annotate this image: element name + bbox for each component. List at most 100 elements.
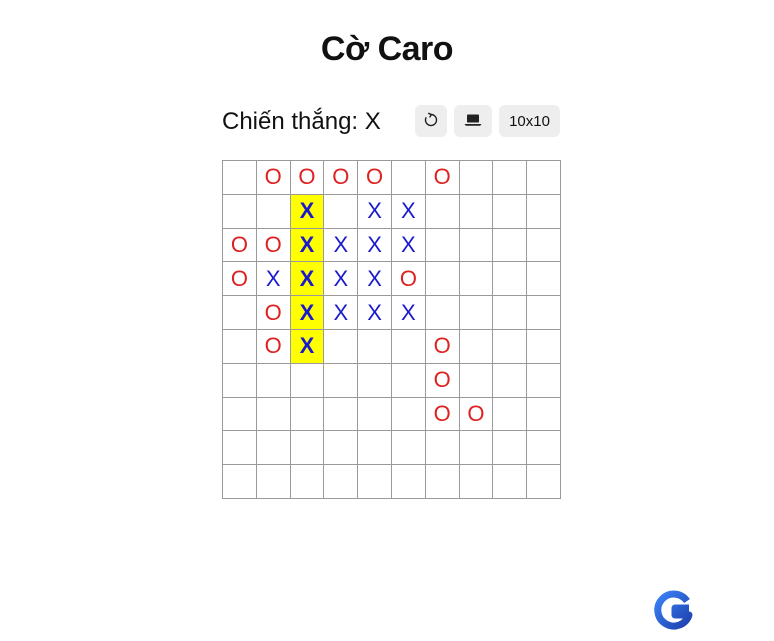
board-cell[interactable] bbox=[459, 431, 494, 466]
board-cell[interactable] bbox=[425, 465, 460, 499]
board-cell[interactable] bbox=[391, 329, 426, 364]
board-cell[interactable] bbox=[290, 431, 325, 466]
board-cell[interactable]: O bbox=[391, 262, 426, 297]
board-cell[interactable]: O bbox=[358, 161, 392, 195]
board-cell[interactable] bbox=[223, 194, 257, 229]
board-cell[interactable] bbox=[358, 397, 392, 432]
board-cell[interactable] bbox=[459, 329, 494, 364]
board-cell[interactable] bbox=[358, 431, 392, 466]
board-cell[interactable] bbox=[256, 194, 291, 229]
board-cell[interactable] bbox=[223, 363, 257, 398]
board-cell[interactable]: O bbox=[256, 296, 291, 330]
board-cell[interactable] bbox=[527, 228, 561, 263]
board-cell[interactable]: X bbox=[290, 228, 325, 263]
board-cell[interactable]: X bbox=[324, 262, 359, 297]
board-cell[interactable] bbox=[493, 161, 528, 195]
board-cell[interactable] bbox=[459, 262, 494, 297]
board-cell[interactable] bbox=[459, 465, 494, 499]
board-cell[interactable]: O bbox=[425, 363, 460, 398]
board-cell[interactable] bbox=[493, 431, 528, 466]
board-cell[interactable]: O bbox=[223, 228, 257, 263]
board-cell[interactable]: X bbox=[358, 296, 392, 330]
board-cell[interactable] bbox=[391, 465, 426, 499]
board-cell[interactable] bbox=[459, 161, 494, 195]
board-cell[interactable] bbox=[256, 465, 291, 499]
board-cell[interactable]: X bbox=[290, 329, 325, 364]
board-cell[interactable]: X bbox=[391, 296, 426, 330]
board-size-button[interactable]: 10x10 bbox=[499, 105, 560, 137]
board-cell[interactable]: O bbox=[425, 161, 460, 195]
board-cell[interactable]: X bbox=[391, 228, 426, 263]
board-cell[interactable] bbox=[324, 363, 359, 398]
board-cell[interactable] bbox=[290, 397, 325, 432]
board-cell[interactable] bbox=[493, 296, 528, 330]
board-cell[interactable] bbox=[358, 329, 392, 364]
board-cell[interactable] bbox=[493, 363, 528, 398]
board-cell[interactable]: O bbox=[256, 228, 291, 263]
board-cell[interactable] bbox=[256, 431, 291, 466]
board-cell[interactable]: X bbox=[290, 194, 325, 229]
board-cell[interactable]: X bbox=[391, 194, 426, 229]
reset-button[interactable] bbox=[415, 105, 447, 137]
board-cell[interactable] bbox=[527, 296, 561, 330]
board-cell[interactable] bbox=[391, 363, 426, 398]
board-cell[interactable] bbox=[425, 228, 460, 263]
board-cell[interactable] bbox=[527, 431, 561, 466]
board-cell[interactable] bbox=[493, 397, 528, 432]
board-cell[interactable] bbox=[527, 363, 561, 398]
board-cell[interactable]: O bbox=[256, 329, 291, 364]
board-cell[interactable] bbox=[527, 161, 561, 195]
board-cell[interactable]: O bbox=[425, 329, 460, 364]
board-cell[interactable] bbox=[391, 161, 426, 195]
board-cell[interactable] bbox=[358, 363, 392, 398]
board-cell[interactable] bbox=[290, 363, 325, 398]
board-cell[interactable] bbox=[324, 397, 359, 432]
board-cell[interactable] bbox=[358, 465, 392, 499]
board-cell[interactable] bbox=[223, 161, 257, 195]
board-cell[interactable]: O bbox=[459, 397, 494, 432]
board-cell[interactable]: X bbox=[358, 262, 392, 297]
board-cell[interactable] bbox=[493, 262, 528, 297]
board-cell[interactable]: X bbox=[324, 296, 359, 330]
board-cell[interactable] bbox=[493, 329, 528, 364]
computer-mode-button[interactable] bbox=[454, 105, 492, 137]
board-cell[interactable] bbox=[256, 363, 291, 398]
board-cell[interactable] bbox=[324, 194, 359, 229]
board-cell[interactable] bbox=[527, 329, 561, 364]
board-cell[interactable]: O bbox=[324, 161, 359, 195]
board-cell[interactable] bbox=[223, 296, 257, 330]
board-cell[interactable] bbox=[425, 431, 460, 466]
board-cell[interactable] bbox=[256, 397, 291, 432]
board-cell[interactable] bbox=[527, 262, 561, 297]
board-cell[interactable] bbox=[223, 431, 257, 466]
board-cell[interactable] bbox=[425, 194, 460, 229]
board-cell[interactable] bbox=[527, 465, 561, 499]
board-cell[interactable]: O bbox=[425, 397, 460, 432]
board-cell[interactable] bbox=[459, 228, 494, 263]
board-cell[interactable] bbox=[391, 431, 426, 466]
board-cell[interactable] bbox=[391, 397, 426, 432]
board-cell[interactable]: X bbox=[290, 262, 325, 297]
board-cell[interactable] bbox=[425, 262, 460, 297]
board-cell[interactable]: O bbox=[256, 161, 291, 195]
board-cell[interactable] bbox=[459, 363, 494, 398]
board-cell[interactable]: X bbox=[358, 194, 392, 229]
board-cell[interactable] bbox=[324, 431, 359, 466]
board-cell[interactable] bbox=[223, 397, 257, 432]
board-cell[interactable]: X bbox=[358, 228, 392, 263]
board-cell[interactable] bbox=[527, 397, 561, 432]
board-cell[interactable] bbox=[324, 329, 359, 364]
board-cell[interactable]: O bbox=[223, 262, 257, 297]
board-cell[interactable]: X bbox=[324, 228, 359, 263]
board-cell[interactable] bbox=[459, 194, 494, 229]
board-cell[interactable] bbox=[324, 465, 359, 499]
board-cell[interactable] bbox=[493, 228, 528, 263]
board-cell[interactable] bbox=[493, 465, 528, 499]
board-cell[interactable] bbox=[527, 194, 561, 229]
board-cell[interactable] bbox=[493, 194, 528, 229]
board-cell[interactable]: X bbox=[256, 262, 291, 297]
board-cell[interactable]: X bbox=[290, 296, 325, 330]
board-cell[interactable] bbox=[223, 329, 257, 364]
board-cell[interactable] bbox=[290, 465, 325, 499]
board-cell[interactable] bbox=[223, 465, 257, 499]
